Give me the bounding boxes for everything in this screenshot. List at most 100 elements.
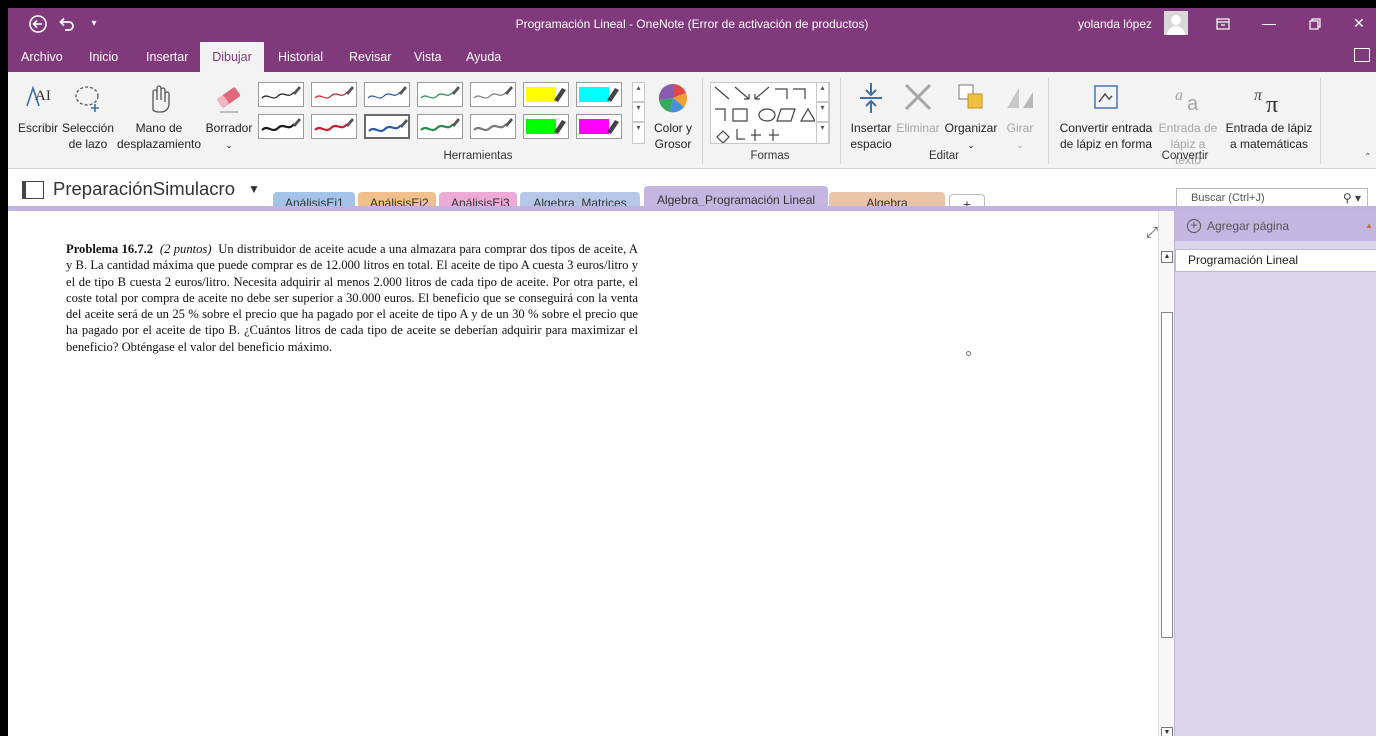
- notebook-name[interactable]: PreparaciónSimulacro: [53, 178, 235, 200]
- hand-label-1: Mano de: [135, 121, 183, 135]
- color-thickness-button[interactable]: Color y Grosor: [648, 80, 698, 152]
- ink-to-shape-label-1: Convertir entrada: [1059, 121, 1153, 135]
- add-page-button[interactable]: + Agregar página ▲: [1175, 211, 1376, 241]
- close-button[interactable]: ✕: [1336, 8, 1376, 40]
- eraser-icon: [217, 87, 241, 113]
- ink-to-shape-label-2: de lápiz en forma: [1059, 137, 1153, 151]
- tab-archivo[interactable]: Archivo: [13, 42, 71, 72]
- add-page-label: Agregar página: [1207, 219, 1290, 233]
- restore-button[interactable]: [1292, 8, 1338, 40]
- arrange-button[interactable]: Organizar ⌄: [942, 80, 1000, 153]
- menu-bar: Archivo Inicio Insertar Dibujar Historia…: [8, 40, 1376, 72]
- svg-text:a: a: [1187, 93, 1199, 115]
- pen-swatch[interactable]: [364, 114, 410, 139]
- pen-swatch[interactable]: [576, 82, 622, 107]
- pen-swatch[interactable]: [417, 82, 463, 107]
- pen-swatch[interactable]: [470, 82, 516, 107]
- page-scrollbar[interactable]: ▲ ▼: [1158, 211, 1174, 736]
- tab-inicio[interactable]: Inicio: [81, 42, 126, 72]
- lasso-icon: [75, 86, 99, 112]
- pen-swatch[interactable]: [523, 114, 569, 139]
- lasso-select-button[interactable]: Selección de lazo: [60, 80, 116, 152]
- rotate-icon: [1007, 88, 1033, 108]
- edit-group-label: Editar: [928, 150, 960, 162]
- shapes-down-icon[interactable]: ▾: [816, 102, 829, 122]
- arrange-icon: [958, 84, 983, 109]
- tab-dibujar[interactable]: Dibujar: [200, 42, 264, 72]
- pen-swatch[interactable]: [311, 82, 357, 107]
- tab-historial[interactable]: Historial: [270, 42, 331, 72]
- shapes-up-icon[interactable]: ▴: [816, 82, 829, 102]
- group-divider: [1048, 78, 1049, 164]
- pen-swatch[interactable]: [576, 114, 622, 139]
- svg-text:AI: AI: [35, 88, 51, 104]
- color-label-2: Grosor: [654, 137, 692, 151]
- add-page-icon: +: [1187, 219, 1201, 233]
- arrange-chevron-icon[interactable]: ⌄: [967, 140, 975, 150]
- title-bar: ▾ Programación Lineal - OneNote (Error d…: [8, 8, 1376, 40]
- delete-icon: [904, 83, 932, 111]
- group-divider: [1320, 78, 1321, 164]
- pen-swatch[interactable]: [417, 114, 463, 139]
- minimize-button[interactable]: —: [1246, 8, 1292, 40]
- problem-label: Problema 16.7.2: [66, 242, 154, 256]
- avatar[interactable]: [1164, 11, 1188, 35]
- scroll-up-icon[interactable]: ▲: [1161, 251, 1173, 263]
- tab-revisar[interactable]: Revisar: [341, 42, 399, 72]
- notebook-dropdown-icon[interactable]: ▼: [248, 182, 260, 196]
- page-item[interactable]: Programación Lineal: [1175, 249, 1376, 272]
- eraser-button[interactable]: Borrador ⌄: [204, 80, 254, 153]
- delete-label: Eliminar: [896, 121, 940, 135]
- ink-to-shape-icon: [1094, 85, 1118, 109]
- expand-icon[interactable]: ⤢: [1146, 224, 1158, 241]
- notebook-icon[interactable]: [22, 181, 44, 199]
- convert-group-label: Convertir: [1161, 150, 1209, 162]
- scroll-thumb[interactable]: [1161, 312, 1173, 638]
- tab-vista[interactable]: Vista: [406, 42, 450, 72]
- problem-statement[interactable]: Problema 16.7.2 (2 puntos) Un distribuid…: [66, 241, 638, 355]
- pen-gallery-down-icon[interactable]: ▾: [632, 102, 645, 122]
- ink-to-shape-button[interactable]: Convertir entrada de lápiz en forma: [1054, 80, 1158, 152]
- svg-text:a: a: [1175, 87, 1183, 104]
- page-canvas[interactable]: Problema 16.7.2 (2 puntos) Un distribuid…: [8, 211, 1158, 736]
- pen-swatch[interactable]: [364, 82, 410, 107]
- pan-hand-button[interactable]: Mano de desplazamiento: [116, 80, 202, 152]
- user-name[interactable]: yolanda lópez: [1078, 17, 1152, 31]
- shapes-icon: [714, 86, 817, 144]
- warning-icon: ▲: [1365, 221, 1373, 230]
- scroll-down-icon[interactable]: ▼: [1161, 727, 1173, 736]
- pen-swatch[interactable]: [311, 114, 357, 139]
- window-switch-icon[interactable]: [1354, 48, 1370, 62]
- write-button[interactable]: AI Escribir: [16, 80, 60, 136]
- pen-swatch[interactable]: [258, 82, 304, 107]
- rotate-button[interactable]: Girar ⌄: [1002, 80, 1038, 153]
- collapse-ribbon-icon[interactable]: ⌃: [1364, 152, 1372, 163]
- pen-swatch[interactable]: [258, 114, 304, 139]
- eraser-chevron-icon[interactable]: ⌄: [225, 140, 233, 150]
- pen-swatch[interactable]: [523, 82, 569, 107]
- search-input[interactable]: Buscar (Ctrl+J) ⚲ ▾: [1176, 188, 1368, 208]
- search-icon[interactable]: ⚲ ▾: [1343, 189, 1361, 207]
- tab-insertar[interactable]: Insertar: [138, 42, 196, 72]
- color-wheel-icon: [658, 83, 688, 113]
- eraser-label: Borrador: [205, 121, 253, 135]
- shapes-more-icon[interactable]: ▾: [816, 122, 829, 144]
- delete-button[interactable]: Eliminar: [894, 80, 942, 136]
- pen-gallery-more-icon[interactable]: ▾: [632, 122, 645, 144]
- ink-to-math-button[interactable]: ππ Entrada de lápiz a matemáticas: [1222, 80, 1316, 152]
- hand-label-2: desplazamiento: [116, 137, 202, 151]
- ribbon-display-icon[interactable]: [1200, 8, 1246, 40]
- svg-text:π: π: [1254, 87, 1263, 104]
- insert-space-label-2: espacio: [850, 137, 892, 151]
- page-list-pane: + Agregar página ▲ Programación Lineal: [1174, 211, 1376, 736]
- ink-to-text-icon: aa: [1175, 87, 1199, 115]
- ink-to-math-icon: ππ: [1254, 87, 1278, 116]
- insert-space-button[interactable]: Insertar espacio: [846, 80, 896, 152]
- shapes-gallery[interactable]: [710, 82, 830, 144]
- pen-gallery-up-icon[interactable]: ▴: [632, 82, 645, 102]
- notebook-bar: PreparaciónSimulacro ▼ AnálisisEj1 Anális…: [8, 170, 1376, 232]
- ink-dot: [966, 351, 971, 356]
- tab-ayuda[interactable]: Ayuda: [458, 42, 509, 72]
- pen-swatch[interactable]: [470, 114, 516, 139]
- problem-text: Un distribuidor de aceite acude a una al…: [66, 242, 639, 354]
